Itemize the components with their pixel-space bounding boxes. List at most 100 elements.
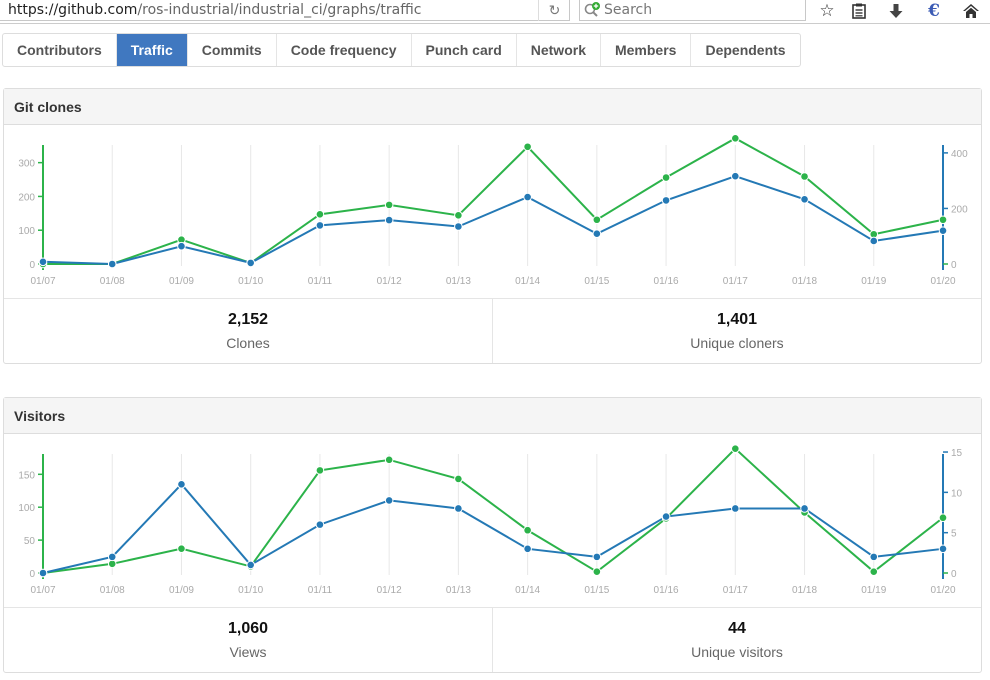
tab-commits[interactable]: Commits (188, 34, 277, 66)
git-clones-stats: 2,152 Clones 1,401 Unique cloners (4, 299, 981, 363)
series-line-unique-visitors (42, 482, 944, 574)
x-tick-label: 01/13 (446, 276, 471, 287)
tab-contributors[interactable]: Contributors (3, 34, 117, 66)
visitors-chart: 01/07 01/08 01/09 01/10 01/11 01/12 01/13 01/14… (4, 434, 981, 608)
x-tick-label: 01/20 (930, 276, 955, 287)
clones-stat: 2,152 Clones (4, 299, 492, 363)
right-axis-label: 0 (951, 569, 957, 580)
left-axis-label: 0 (29, 569, 35, 580)
data-point (869, 552, 879, 562)
visitors-chart-svg: 01/07 01/08 01/09 01/10 01/11 01/12 01/13 01/14… (18, 444, 963, 596)
graphs-tabs: Contributors Traffic Commits Code freque… (2, 33, 801, 67)
extension-g-icon[interactable]: € (923, 1, 945, 21)
data-point (731, 444, 740, 453)
reading-list-icon[interactable] (848, 1, 870, 21)
data-point (800, 194, 809, 204)
unique-visitors-count: 44 (728, 620, 746, 637)
data-point (731, 171, 740, 181)
data-point (661, 512, 671, 521)
download-icon[interactable] (885, 1, 907, 21)
bookmark-star-icon[interactable]: ☆ (816, 1, 838, 21)
data-point (177, 544, 186, 553)
data-point (177, 479, 186, 489)
right-axis-label: 15 (951, 448, 963, 459)
tab-code-frequency[interactable]: Code frequency (277, 34, 412, 66)
x-tick-label: 01/11 (308, 276, 333, 287)
left-axis-label: 100 (18, 226, 35, 237)
x-tick-label: 01/17 (723, 585, 748, 596)
url-bar[interactable]: https://github.com/ros-industrial/indust… (0, 0, 570, 21)
data-point (869, 567, 879, 576)
x-tick-label: 01/14 (515, 585, 540, 596)
unique-cloners-stat: 1,401 Unique cloners (492, 299, 981, 363)
tab-traffic[interactable]: Traffic (116, 34, 188, 66)
views-stat: 1,060 Views (4, 608, 492, 672)
right-axis-label: 400 (951, 149, 968, 160)
search-placeholder: Search (604, 2, 653, 18)
x-tick-label: 01/13 (446, 585, 471, 596)
browser-search-input[interactable]: Search (579, 0, 806, 21)
x-tick-label: 01/18 (792, 276, 817, 287)
right-axis-label: 5 (951, 529, 957, 540)
data-point (246, 560, 255, 570)
data-point (523, 525, 532, 535)
data-point (454, 222, 463, 231)
left-axis-label: 200 (18, 192, 35, 203)
url-text: https://github.com/ros-industrial/indust… (8, 2, 422, 18)
home-icon[interactable] (960, 1, 982, 21)
data-point (315, 466, 325, 475)
data-point (384, 215, 394, 225)
x-tick-label: 01/11 (308, 585, 333, 596)
x-tick-label: 01/16 (654, 276, 679, 287)
unique-visitors-label: Unique visitors (691, 644, 783, 660)
right-axis-label: 200 (951, 204, 968, 215)
clones-count: 2,152 (227, 311, 269, 328)
data-point (384, 200, 394, 210)
left-axis-label: 300 (18, 159, 35, 170)
data-point (384, 455, 394, 465)
x-tick-label: 01/20 (930, 585, 955, 596)
data-point (592, 567, 602, 576)
tab-punch-card[interactable]: Punch card (412, 34, 517, 66)
data-point (592, 552, 602, 562)
reload-icon[interactable]: ↻ (538, 0, 570, 21)
data-point (592, 215, 602, 225)
x-tick-label: 01/15 (584, 585, 609, 596)
data-point (592, 229, 602, 239)
unique-visitors-stat: 44 Unique visitors (492, 608, 981, 672)
data-point (107, 552, 117, 562)
data-point (800, 504, 809, 513)
visitors-panel: Visitors 01/07 01/08 01/09 01/10 01/11 01/12 0… (3, 397, 982, 673)
data-point (315, 221, 325, 230)
data-point (454, 211, 463, 220)
right-axis-label: 0 (951, 260, 957, 271)
x-tick-label: 01/08 (100, 585, 125, 596)
data-point (107, 259, 117, 269)
tab-network[interactable]: Network (517, 34, 601, 66)
x-tick-label: 01/12 (377, 276, 402, 287)
x-tick-label: 01/07 (30, 585, 55, 596)
tab-dependents[interactable]: Dependents (691, 34, 799, 66)
data-point (315, 520, 325, 529)
series-line-unique-cloners (42, 175, 944, 266)
unique-cloners-label: Unique cloners (690, 335, 784, 351)
data-point (938, 544, 948, 554)
left-axis-label: 150 (18, 470, 35, 481)
data-point (523, 192, 532, 202)
x-tick-label: 01/14 (515, 276, 540, 287)
data-point (523, 142, 532, 152)
visitors-title: Visitors (4, 398, 981, 434)
left-axis-label: 50 (24, 536, 36, 547)
x-tick-label: 01/16 (654, 585, 679, 596)
x-tick-label: 01/17 (723, 276, 748, 287)
views-label: Views (229, 644, 267, 660)
x-tick-label: 01/19 (861, 585, 886, 596)
x-tick-label: 01/15 (584, 276, 609, 287)
unique-cloners-count: 1,401 (716, 311, 758, 328)
data-point (661, 196, 671, 205)
browser-toolbar: https://github.com/ros-industrial/indust… (0, 0, 990, 24)
data-point (177, 241, 186, 251)
search-icon (584, 2, 600, 17)
x-tick-label: 01/07 (30, 276, 55, 287)
tab-members[interactable]: Members (601, 34, 692, 66)
